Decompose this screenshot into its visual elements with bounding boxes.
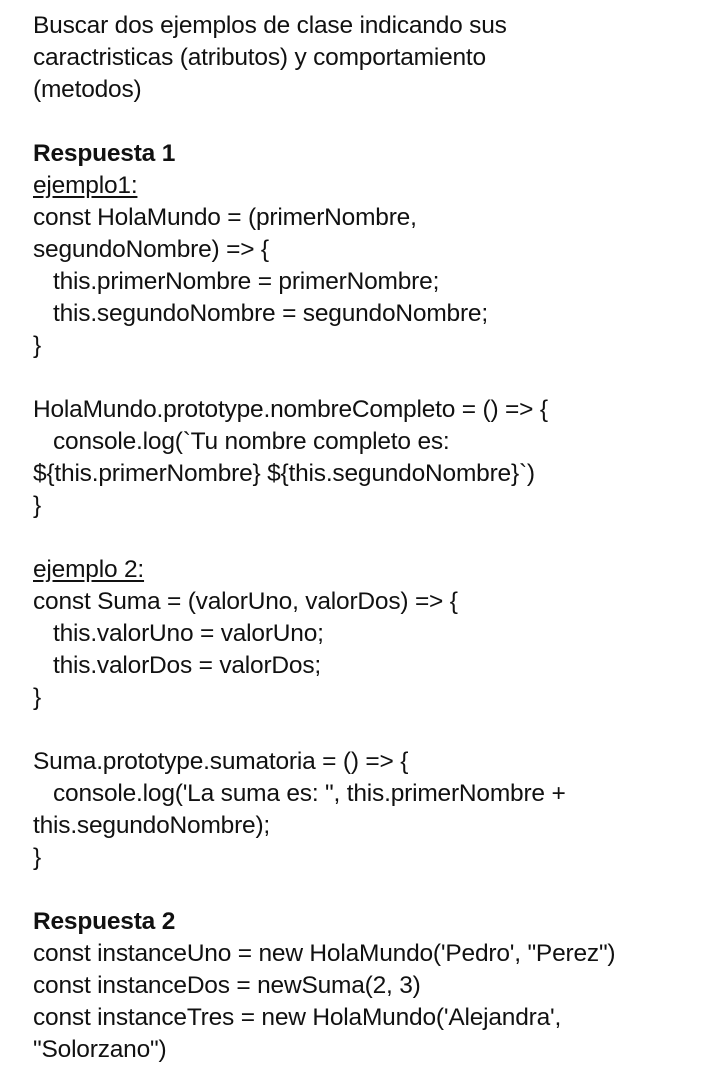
code-line: const instanceUno = new HolaMundo('Pedro…	[33, 940, 616, 967]
code-line: console.log('La suma es: ", this.primerN…	[53, 780, 566, 807]
answer-2-section: Respuesta 2 const instanceUno = new Hola…	[33, 906, 713, 1066]
answer-1-section: Respuesta 1 ejemplo1: const HolaMundo = …	[33, 138, 713, 874]
question-text: Buscar dos ejemplos de clase indicando s…	[33, 10, 713, 106]
code-line: ${this.primerNombre} ${this.segundoNombr…	[33, 460, 535, 487]
question-line: Buscar dos ejemplos de clase indicando s…	[33, 12, 507, 39]
example-2-label-text: ejemplo 2:	[33, 556, 145, 583]
code-line: console.log(`Tu nombre completo es:	[53, 428, 450, 455]
code-line: Suma.prototype.sumatoria = () => {	[33, 748, 409, 775]
code-line: }	[33, 332, 41, 359]
code-line: this.segundoNombre);	[33, 812, 271, 839]
code-line: this.valorDos = valorDos;	[53, 652, 322, 679]
example-2-block: ejemplo 2: const Suma = (valorUno, valor…	[33, 554, 713, 874]
example-1-block: ejemplo1: const HolaMundo = (primerNombr…	[33, 170, 713, 522]
code-line: this.segundoNombre = segundoNombre;	[53, 300, 488, 327]
example-1-label: ejemplo1:	[33, 170, 713, 202]
code-line: }	[33, 492, 41, 519]
code-line: const HolaMundo = (primerNombre,	[33, 204, 417, 231]
code-line: this.valorUno = valorUno;	[53, 620, 324, 647]
example-2-label: ejemplo 2:	[33, 554, 713, 586]
code-line: }	[33, 844, 41, 871]
code-line: const Suma = (valorUno, valorDos) => {	[33, 588, 458, 615]
code-line: HolaMundo.prototype.nombreCompleto = () …	[33, 396, 548, 423]
answer-1-heading: Respuesta 1	[33, 140, 176, 167]
code-line: this.primerNombre = primerNombre;	[53, 268, 440, 295]
question-line: (metodos)	[33, 76, 142, 103]
answer-2-heading: Respuesta 2	[33, 908, 176, 935]
code-line: const instanceTres = new HolaMundo('Alej…	[33, 1004, 562, 1031]
example-1-label-text: ejemplo1:	[33, 172, 138, 199]
code-line: segundoNombre) => {	[33, 236, 269, 263]
question-line: caractristicas (atributos) y comportamie…	[33, 44, 486, 71]
code-line: }	[33, 684, 41, 711]
code-line: const instanceDos = newSuma(2, 3)	[33, 972, 421, 999]
code-line: "Solorzano")	[33, 1036, 167, 1063]
document-body: Buscar dos ejemplos de clase indicando s…	[33, 10, 713, 1066]
